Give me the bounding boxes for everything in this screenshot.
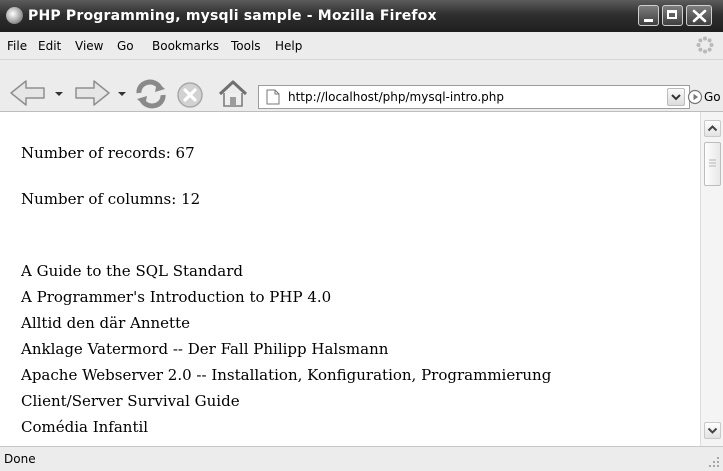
status-text: Done	[4, 452, 36, 466]
chevron-down-icon	[707, 427, 718, 434]
minimize-button[interactable]	[638, 5, 659, 26]
maximize-button[interactable]	[662, 5, 683, 26]
list-item: Client/Server Survival Guide	[21, 392, 240, 410]
address-text[interactable]: http://localhost/php/mysql-intro.php	[288, 90, 504, 104]
close-icon	[692, 9, 707, 23]
scroll-thumb[interactable]	[704, 142, 721, 186]
back-arrow-icon[interactable]	[8, 78, 48, 108]
list-item: A Programmer's Introduction to PHP 4.0	[21, 288, 332, 306]
status-bar: Done	[0, 446, 723, 471]
address-dropdown-button[interactable]	[667, 88, 685, 106]
go-button-label[interactable]: Go	[704, 90, 721, 104]
page-content: Number of records: 67 Number of columns:…	[0, 112, 700, 446]
resize-grip-icon[interactable]	[708, 456, 720, 468]
columns-count-text: Number of columns: 12	[21, 190, 201, 208]
scroll-up-button[interactable]	[704, 120, 721, 137]
go-icon[interactable]	[687, 89, 703, 105]
menu-bar: File Edit View Go Bookmarks Tools Help	[0, 32, 723, 60]
close-button[interactable]	[686, 5, 712, 26]
menu-go[interactable]: Go	[117, 39, 134, 53]
chevron-down-icon	[671, 94, 681, 101]
reload-icon[interactable]	[133, 79, 169, 109]
stop-icon[interactable]	[176, 81, 204, 109]
list-item: Alltid den där Annette	[21, 314, 190, 332]
title-bar[interactable]: PHP Programming, mysqli sample - Mozilla…	[0, 0, 723, 32]
scroll-down-button[interactable]	[704, 422, 721, 439]
grip-lines-icon	[709, 159, 716, 167]
menu-file[interactable]: File	[7, 39, 27, 53]
menu-edit[interactable]: Edit	[38, 39, 61, 53]
page-icon	[266, 89, 280, 105]
chevron-up-icon	[707, 125, 718, 132]
list-item: Apache Webserver 2.0 -- Installation, Ko…	[21, 366, 552, 384]
throbber-icon	[696, 36, 714, 54]
menu-bookmarks[interactable]: Bookmarks	[152, 39, 219, 53]
list-item: Comédia Infantil	[21, 418, 149, 436]
menu-view[interactable]: View	[75, 39, 103, 53]
list-item: A Guide to the SQL Standard	[21, 262, 243, 280]
menu-help[interactable]: Help	[275, 39, 302, 53]
back-dropdown-icon[interactable]	[54, 91, 64, 97]
menu-tools[interactable]: Tools	[231, 39, 261, 53]
vertical-scrollbar[interactable]	[700, 112, 723, 446]
forward-arrow-icon[interactable]	[72, 78, 112, 108]
window-title: PHP Programming, mysqli sample - Mozilla…	[28, 8, 437, 24]
forward-dropdown-icon[interactable]	[117, 91, 127, 97]
firefox-icon	[6, 7, 23, 24]
home-icon[interactable]	[217, 79, 249, 109]
list-item: Anklage Vatermord -- Der Fall Philipp Ha…	[21, 340, 389, 358]
records-count-text: Number of records: 67	[21, 144, 195, 162]
